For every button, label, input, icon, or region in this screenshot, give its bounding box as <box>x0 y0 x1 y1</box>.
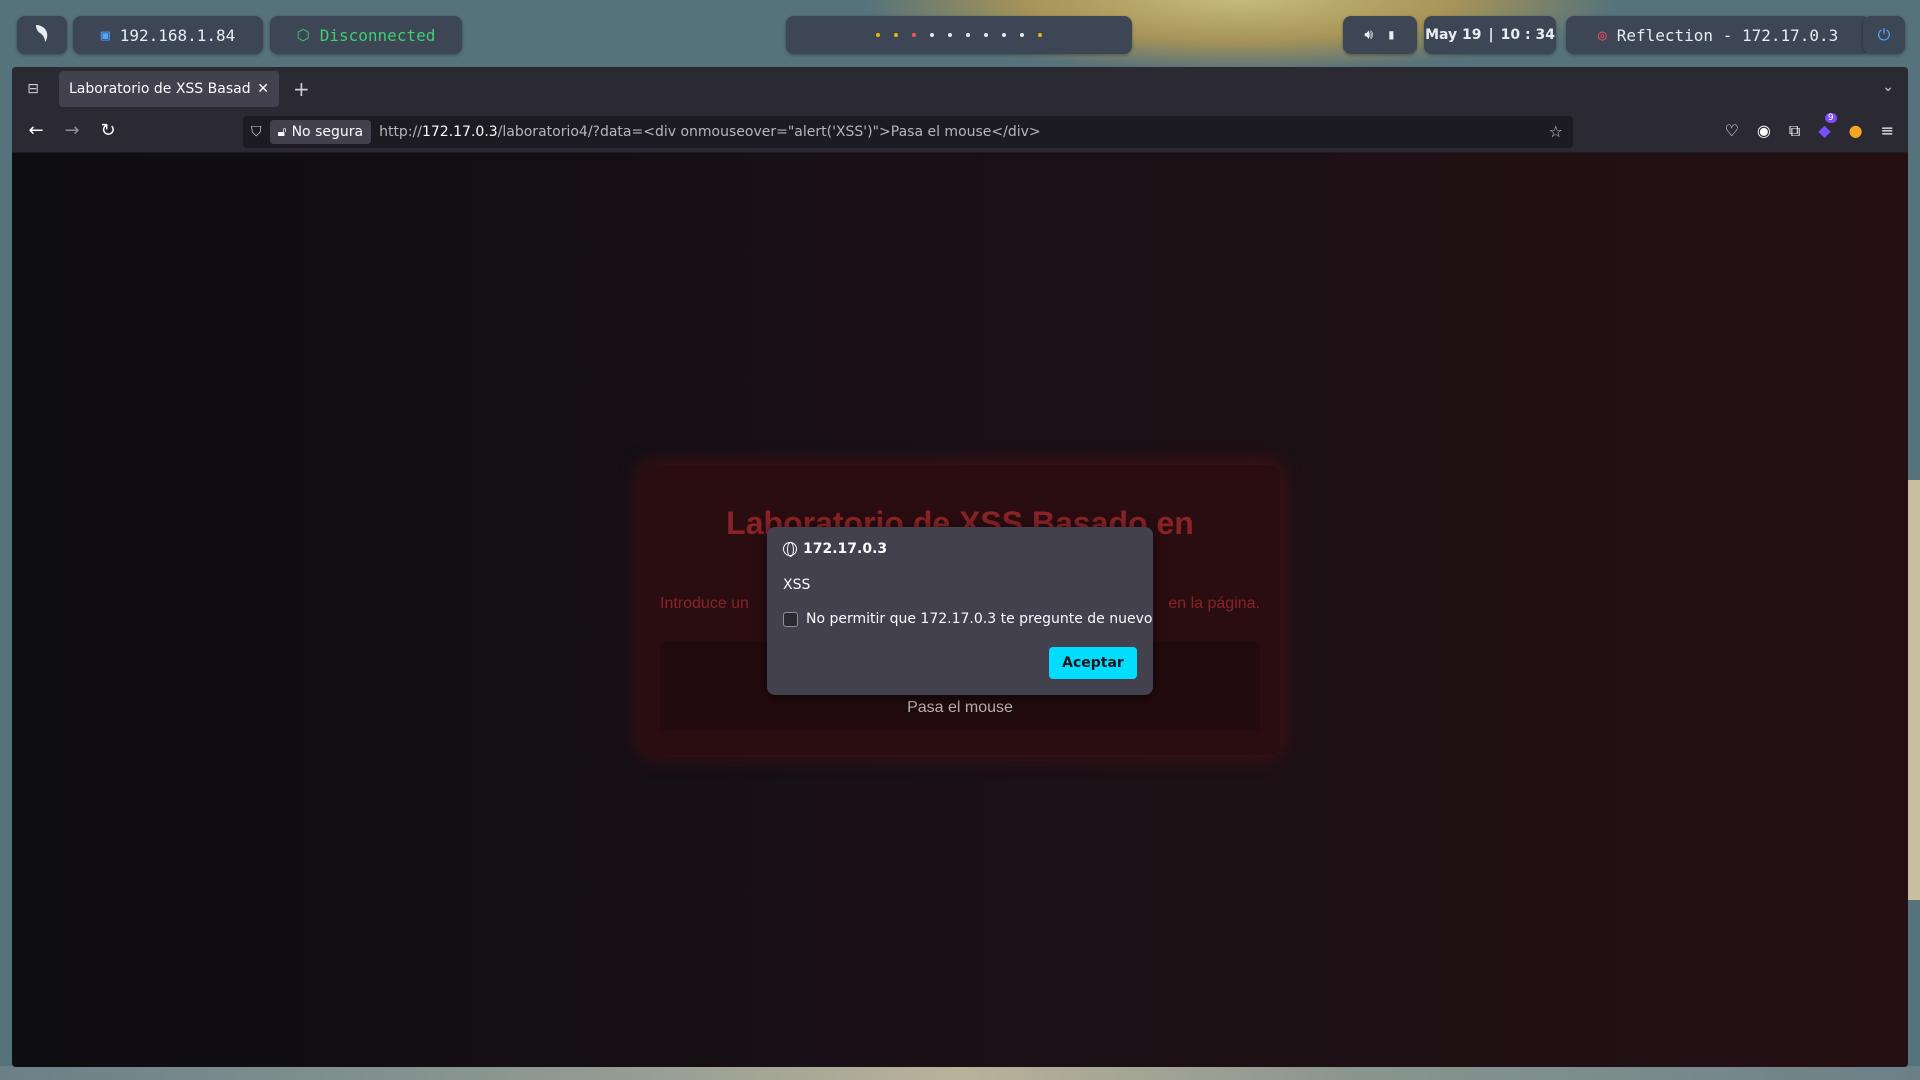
globe-icon <box>783 542 797 557</box>
clock-date: May 19 <box>1425 27 1482 43</box>
tab-title: Laboratorio de XSS Basado e <box>69 81 251 97</box>
navigation-bar: ← → ↻ ⛉ 🔓︎ No segura http://172.17.0.3/l… <box>12 111 1908 153</box>
workspace-dot-8[interactable] <box>1002 33 1006 37</box>
tab-bar: ⊟ Laboratorio de XSS Basado e ✕ + ⌄ <box>12 67 1908 111</box>
network-icon: ▣ <box>100 26 110 44</box>
dialog-message: XSS <box>783 577 811 593</box>
star-icon[interactable]: ☆ <box>1549 122 1563 141</box>
url-bar[interactable]: ⛉ 🔓︎ No segura http://172.17.0.3/laborat… <box>243 116 1573 148</box>
extension-icon[interactable]: ◆ 9 <box>1818 113 1837 141</box>
description-right: en la página. <box>1168 595 1260 612</box>
clock-separator: | <box>1488 27 1494 43</box>
account-icon[interactable]: ◉ <box>1757 121 1771 141</box>
clock-time: 10 : 34 <box>1500 27 1555 43</box>
cookie-extension-icon[interactable]: ● <box>1849 121 1863 141</box>
new-tab-button[interactable]: + <box>293 77 310 101</box>
security-indicator[interactable]: 🔓︎ No segura <box>269 120 372 144</box>
url-prefix: http:// <box>379 124 422 140</box>
close-icon[interactable]: ✕ <box>257 81 269 97</box>
volume-icon[interactable]: 🔊︎ <box>1364 27 1373 43</box>
forward-icon[interactable]: → <box>60 120 84 141</box>
dialog-checkbox-row[interactable]: No permitir que 172.17.0.3 te pregunte d… <box>783 611 1152 627</box>
system-menu-button[interactable] <box>17 16 67 54</box>
workspace-dot-2[interactable] <box>894 33 898 37</box>
workspace-dot-1[interactable] <box>876 33 880 37</box>
tab-list-icon[interactable]: ⊟ <box>22 78 44 100</box>
tab-active[interactable]: Laboratorio de XSS Basado e ✕ <box>59 71 279 107</box>
toolbar-icons: ♡ ◉ ⧉ ◆ 9 ● ≡ <box>1725 113 1894 141</box>
chevron-down-icon[interactable]: ⌄ <box>1882 79 1894 95</box>
vpn-status: Disconnected <box>319 25 436 45</box>
dialog-checkbox[interactable] <box>783 611 798 627</box>
workspace-dot-3[interactable] <box>912 33 916 37</box>
wallpaper-right <box>1908 480 1920 900</box>
workspace-dot-4[interactable] <box>930 33 934 37</box>
wallpaper-bottom <box>0 1066 1920 1080</box>
dialog-origin: 172.17.0.3 <box>803 541 888 557</box>
menu-icon[interactable]: ≡ <box>1881 121 1894 141</box>
target-icon: ◎ <box>1597 26 1607 44</box>
workspace-dot-6[interactable] <box>966 33 970 37</box>
clock[interactable]: May 19 | 10 : 34 <box>1424 16 1556 54</box>
security-label: No segura <box>291 124 364 140</box>
workspace-dot-9[interactable] <box>1020 33 1024 37</box>
dialog-header: 172.17.0.3 <box>783 541 887 557</box>
system-tray[interactable]: 🔊︎ ▮ <box>1343 16 1417 54</box>
power-icon: ⏻ <box>1877 25 1891 44</box>
workspace-switcher[interactable] <box>786 16 1132 54</box>
workspace-dot-10[interactable] <box>1038 33 1042 37</box>
xss-output-text[interactable]: Pasa el mouse <box>907 699 1013 717</box>
battery-icon[interactable]: ▮ <box>1387 27 1395 43</box>
back-icon[interactable]: ← <box>24 120 48 141</box>
extensions-icon[interactable]: ⧉ <box>1789 121 1800 141</box>
target-indicator[interactable]: ◎ Reflection - 172.17.0.3 <box>1566 16 1870 54</box>
dialog-checkbox-label[interactable]: No permitir que 172.17.0.3 te pregunte d… <box>806 611 1152 627</box>
workspace-dot-7[interactable] <box>984 33 988 37</box>
pocket-icon[interactable]: ♡ <box>1725 121 1739 141</box>
target-label: Reflection - 172.17.0.3 <box>1616 25 1839 45</box>
accept-button[interactable]: Aceptar <box>1049 647 1137 679</box>
url-text[interactable]: http://172.17.0.3/laboratorio4/?data=<di… <box>379 124 1041 140</box>
ip-indicator[interactable]: ▣ 192.168.1.84 <box>73 16 263 54</box>
extension-badge: 9 <box>1824 113 1837 123</box>
url-host: 172.17.0.3 <box>421 124 498 140</box>
workspace-dot-5[interactable] <box>948 33 952 37</box>
reload-icon[interactable]: ↻ <box>96 120 120 141</box>
lock-broken-icon: 🔓︎ <box>277 124 287 140</box>
shield-icon[interactable]: ⛉ <box>251 124 262 140</box>
kali-dragon-icon <box>33 23 51 47</box>
ip-address: 192.168.1.84 <box>119 25 236 45</box>
url-path: /laboratorio4/?data=<div onmouseover="al… <box>497 124 1041 140</box>
vpn-indicator[interactable]: ⬡ Disconnected <box>270 16 462 54</box>
alert-dialog: 172.17.0.3 XSS No permitir que 172.17.0.… <box>767 527 1153 695</box>
power-button[interactable]: ⏻ <box>1863 16 1905 54</box>
box-icon: ⬡ <box>296 26 310 44</box>
description-left: Introduce un <box>660 595 749 612</box>
